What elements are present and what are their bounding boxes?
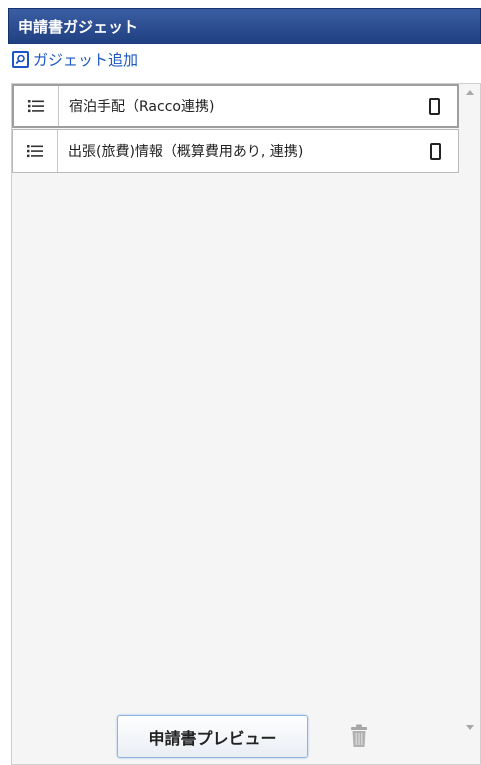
mobile-icon xyxy=(412,130,458,172)
drag-handle-icon[interactable] xyxy=(13,130,58,172)
gadget-panel: 申請書ガジェット ガジェット追加 宿泊手配（Racco連携) 出張(旅費)情報（… xyxy=(8,8,481,765)
gadget-row[interactable]: 出張(旅費)情報（概算費用あり, 連携) xyxy=(12,129,459,173)
trash-icon[interactable] xyxy=(350,724,368,748)
gadget-list: 宿泊手配（Racco連携) 出張(旅費)情報（概算費用あり, 連携) xyxy=(12,84,459,174)
gadget-label: 出張(旅費)情報（概算費用あり, 連携) xyxy=(68,144,304,160)
scroll-up-arrow[interactable] xyxy=(466,90,474,95)
mobile-icon xyxy=(411,86,457,126)
gadget-label: 宿泊手配（Racco連携) xyxy=(69,99,215,115)
preview-button[interactable]: 申請書プレビュー xyxy=(117,715,308,758)
scrollbar[interactable] xyxy=(460,84,480,764)
gadget-list-area: 宿泊手配（Racco連携) 出張(旅費)情報（概算費用あり, 連携) 申請書プレ… xyxy=(11,83,481,765)
scroll-down-arrow[interactable] xyxy=(466,725,474,730)
search-icon xyxy=(12,50,29,68)
add-gadget-label: ガジェット追加 xyxy=(33,50,139,69)
add-gadget-link[interactable]: ガジェット追加 xyxy=(8,44,481,74)
drag-handle-icon[interactable] xyxy=(14,86,59,126)
gadget-row[interactable]: 宿泊手配（Racco連携) xyxy=(12,84,459,128)
panel-title: 申請書ガジェット xyxy=(8,8,481,44)
